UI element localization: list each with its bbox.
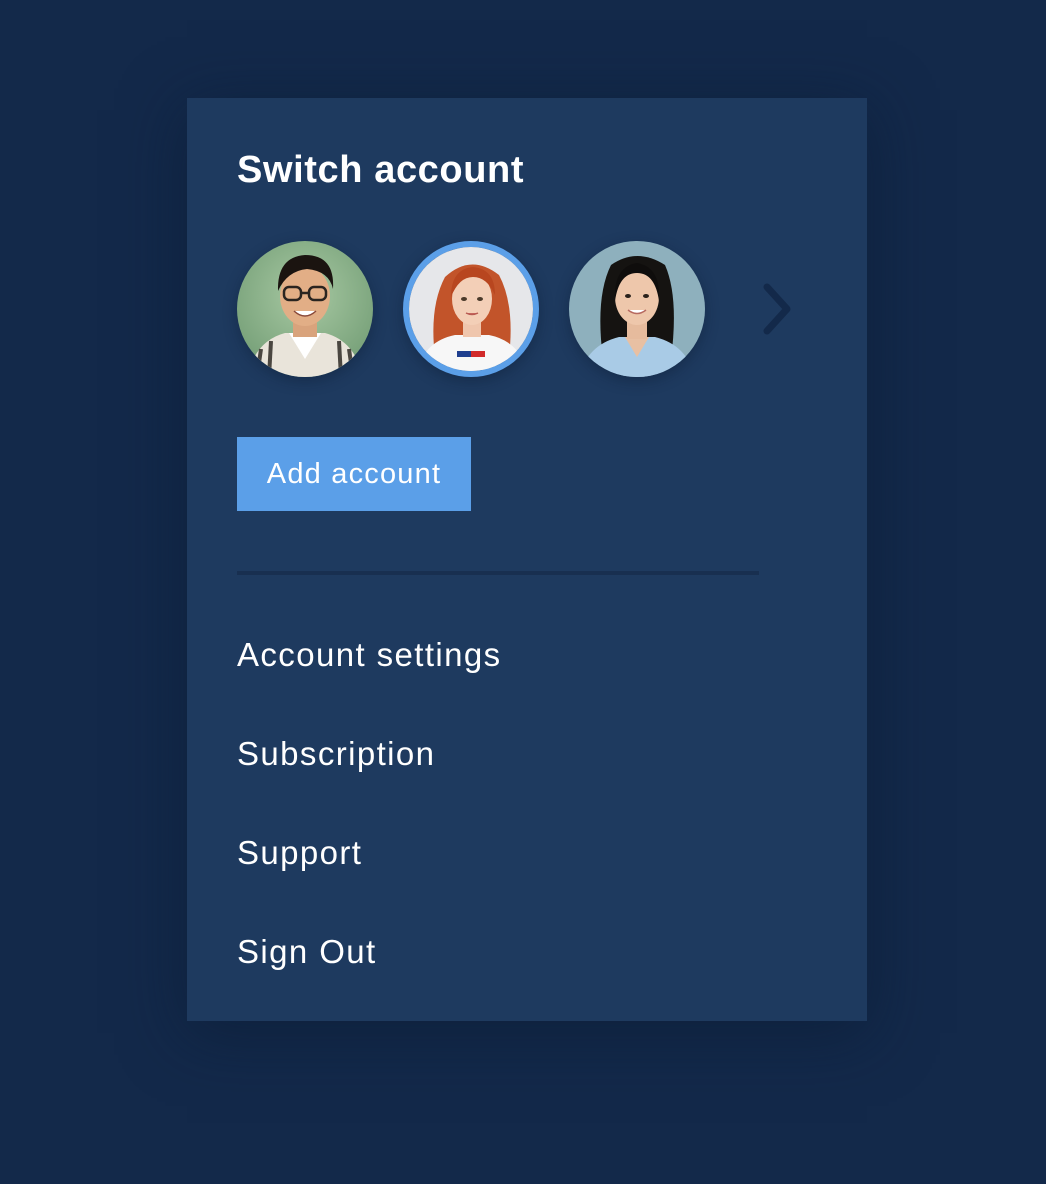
menu-item-account-settings[interactable]: Account settings (237, 635, 502, 675)
menu-item-subscription[interactable]: Subscription (237, 734, 435, 774)
divider (237, 571, 759, 575)
account-avatar-2-selected[interactable] (403, 241, 539, 377)
panel-title: Switch account (237, 149, 525, 191)
avatar-woman-dark-hair-image (569, 241, 705, 377)
chevron-right-icon[interactable] (757, 281, 797, 337)
account-avatar-1[interactable] (237, 241, 373, 377)
switch-account-panel: Switch account Add account Account setti… (187, 98, 867, 1021)
menu-item-sign-out[interactable]: Sign Out (237, 932, 377, 972)
account-avatar-3[interactable] (569, 241, 705, 377)
add-account-button[interactable]: Add account (237, 437, 471, 511)
avatar-woman-red-hair-image (409, 247, 533, 371)
avatar-man-glasses-image (237, 241, 373, 377)
menu-item-support[interactable]: Support (237, 833, 362, 873)
